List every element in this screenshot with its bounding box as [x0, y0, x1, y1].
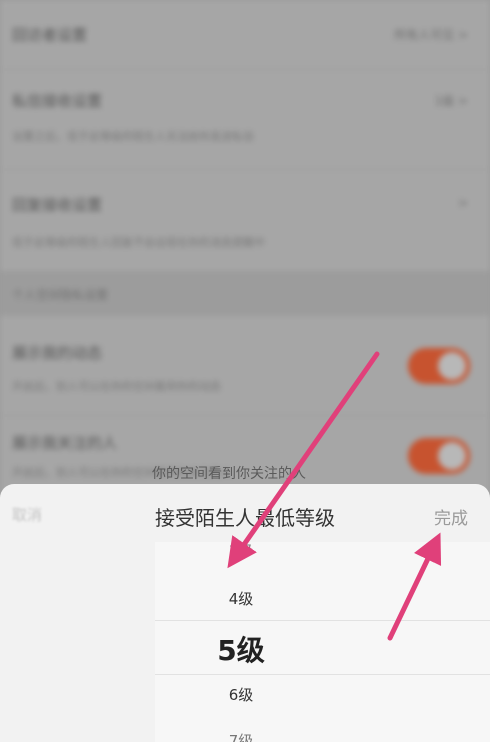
visitor-setting-title: 回访者设置	[12, 26, 88, 44]
picker-option-7[interactable]: 7级	[0, 730, 482, 742]
visitor-setting-value: 所有人可见 >	[394, 28, 468, 42]
sheet-title: 接受陌生人最低等级	[155, 506, 335, 530]
visitor-setting-row: 回访者设置 所有人可见 >	[0, 0, 490, 70]
picker-option-4[interactable]: 4级	[0, 588, 482, 609]
reply-setting-subtitle: 低于此等级的陌生人回复不会出现在你的消息提醒中	[12, 236, 265, 249]
reply-setting-row: 回复接收设置 > 低于此等级的陌生人回复不会出现在你的消息提醒中	[0, 170, 490, 272]
reply-setting-title: 回复接收设置	[12, 196, 103, 214]
privacy-section-label: 个人空间隐私设置	[12, 288, 109, 302]
picker-selection-bottom-line	[155, 674, 490, 675]
picker-option-6[interactable]: 6级	[0, 684, 482, 705]
privacy-section-header: 个人空间隐私设置	[0, 272, 490, 316]
show-following-toggle[interactable]	[408, 438, 470, 474]
message-setting-row: 私信接收设置 1级 > 设置之后，低于此等级的陌生人无法给你发送私信	[0, 70, 490, 170]
picker-option-3[interactable]: 3级	[0, 540, 482, 554]
show-following-title: 展示我关注的人	[12, 434, 118, 452]
picker-option-5-selected[interactable]: 5级	[0, 629, 482, 669]
toggle-knob	[438, 352, 466, 380]
done-button[interactable]: 完成	[434, 504, 468, 529]
message-setting-subtitle: 设置之后，低于此等级的陌生人无法给你发送私信	[12, 130, 254, 143]
message-setting-value: 1级 >	[434, 94, 468, 108]
show-activity-title: 展示我的动态	[12, 344, 103, 362]
toggle-knob	[438, 442, 466, 470]
reply-setting-value: >	[457, 196, 468, 210]
picker-selection-top-line	[155, 620, 490, 621]
message-setting-title: 私信接收设置	[12, 92, 103, 110]
show-following-subtitle-visible: 你的空间看到你关注的人	[152, 466, 306, 482]
show-activity-row: 展示我的动态 开启后，别人可以在你的空间看到你的动态	[0, 316, 490, 416]
level-picker-sheet: 取消 接受陌生人最低等级 完成 3级 4级 5级 6级 7级	[0, 484, 490, 742]
show-activity-toggle[interactable]	[408, 348, 470, 384]
show-activity-subtitle: 开启后，别人可以在你的空间看到你的动态	[12, 380, 221, 393]
